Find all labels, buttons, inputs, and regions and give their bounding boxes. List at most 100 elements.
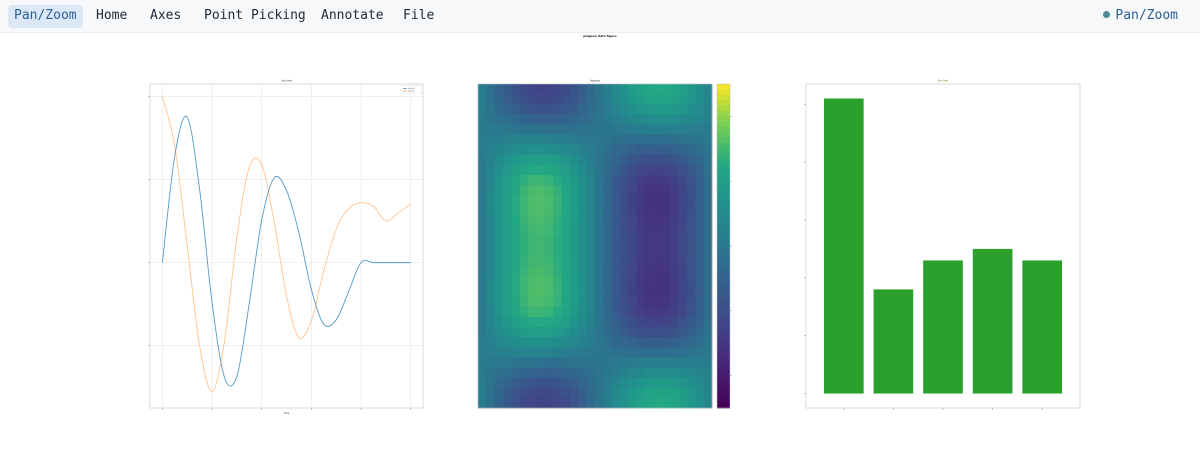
heatmap-cell <box>519 114 529 125</box>
line-chart-xlabel: Time <box>284 412 290 415</box>
heatmap-cell <box>686 235 696 247</box>
heatmap-cell <box>528 114 537 125</box>
heatmap-cell <box>544 306 554 318</box>
heatmap-cell <box>553 134 562 146</box>
heatmap-cell <box>544 134 554 146</box>
heatmap-cell <box>511 327 521 338</box>
heatmap-cell <box>661 165 671 176</box>
bar-a[interactable] <box>823 98 864 394</box>
heatmap-cell <box>645 276 654 287</box>
heatmap-cell <box>595 195 604 206</box>
heatmap-cell <box>678 235 688 247</box>
heatmap-cell <box>511 337 521 348</box>
heatmap-cell <box>536 347 546 358</box>
heatmap-title: Heatmap <box>590 80 601 83</box>
line-chart[interactable]: Line chart Time Series ASeries B <box>148 80 424 416</box>
heatmap-cell <box>628 134 638 146</box>
heatmap-cell <box>586 215 596 227</box>
bar-chart[interactable]: Bar chart <box>804 80 1081 411</box>
heatmap-cell <box>703 276 713 287</box>
heatmap-cell <box>586 296 596 308</box>
heatmap-cell <box>494 165 504 176</box>
heatmap-cell <box>636 377 646 389</box>
heatmap-cell <box>561 327 571 338</box>
heatmap-cell <box>645 165 654 176</box>
heatmap-cell <box>595 246 604 257</box>
colorbar-segment <box>717 116 730 123</box>
heatmap-cell <box>595 266 604 277</box>
heatmap-cell <box>670 235 679 247</box>
heatmap-cell <box>494 154 504 166</box>
heatmap-cell <box>670 367 679 379</box>
heatmap-cell <box>536 266 546 277</box>
heatmap-cell <box>578 367 588 379</box>
heatmap-cell <box>511 94 521 105</box>
heatmap-cell <box>561 387 571 399</box>
heatmap-cell <box>519 246 529 257</box>
heatmap-cell <box>503 296 512 308</box>
heatmap-cell <box>494 337 504 348</box>
heatmap-cell <box>628 327 638 338</box>
bar-c[interactable] <box>923 260 963 394</box>
heatmap-cell <box>503 215 512 227</box>
figure-canvas[interactable]: Line chart Time Series ASeries B Heatmap Bar… <box>0 0 1200 454</box>
heatmap-cell <box>511 286 521 298</box>
heatmap-chart[interactable]: Heatmap <box>477 80 732 409</box>
heatmap-cell <box>636 286 646 298</box>
heatmap-cell <box>686 124 696 136</box>
heatmap-cell <box>486 235 496 247</box>
heatmap-cell <box>695 84 705 95</box>
heatmap-cell <box>645 94 654 105</box>
heatmap-cell <box>653 306 663 318</box>
heatmap-cell <box>561 84 571 95</box>
colorbar-segment <box>717 154 730 161</box>
heatmap-cell <box>478 124 487 136</box>
heatmap-cell <box>611 134 621 146</box>
bar-b[interactable] <box>873 289 914 394</box>
heatmap-cell <box>578 195 588 206</box>
heatmap-cell <box>561 276 571 287</box>
heatmap-cell <box>636 387 646 399</box>
heatmap-cell <box>703 256 713 267</box>
heatmap-cell <box>561 296 571 308</box>
heatmap-cell <box>511 387 521 399</box>
heatmap-cell <box>611 377 621 389</box>
heatmap-cell <box>553 296 562 308</box>
heatmap-cell <box>686 397 696 409</box>
heatmap-cell <box>569 144 579 156</box>
heatmap-cell <box>703 114 713 125</box>
heatmap-cell <box>519 84 529 95</box>
heatmap-cell <box>528 94 537 105</box>
heatmap-cell <box>578 306 588 318</box>
heatmap-cell <box>636 185 646 196</box>
heatmap-cell <box>586 104 596 115</box>
heatmap-cell <box>645 296 654 308</box>
heatmap-cell <box>703 94 713 105</box>
heatmap-cell <box>620 357 629 368</box>
heatmap-cell <box>603 104 613 115</box>
colorbar-segment <box>717 278 730 285</box>
heatmap-cell <box>494 367 504 379</box>
heatmap-cell <box>578 84 588 95</box>
heatmap-cell <box>636 94 646 105</box>
heatmap-cell <box>478 215 487 227</box>
heatmap-cell <box>695 327 705 338</box>
heatmap-cell <box>503 266 512 277</box>
heatmap-cell <box>695 134 705 146</box>
line-chart-legend: Series ASeries B <box>400 85 422 94</box>
heatmap-cell <box>686 367 696 379</box>
heatmap-cell <box>536 94 546 105</box>
bar-d[interactable] <box>972 248 1013 394</box>
heatmap-cell <box>628 306 638 318</box>
heatmap-cell <box>528 286 537 298</box>
heatmap-cell <box>653 195 663 206</box>
heatmap-cell <box>670 175 679 186</box>
heatmap-cell <box>603 205 613 217</box>
heatmap-cell <box>611 397 621 409</box>
heatmap-colorbar[interactable] <box>716 83 732 409</box>
heatmap-cell <box>519 397 529 409</box>
heatmap-cell <box>686 286 696 298</box>
heatmap-cell <box>503 316 512 328</box>
bar-e[interactable] <box>1022 260 1063 394</box>
heatmap-cell <box>670 377 679 389</box>
